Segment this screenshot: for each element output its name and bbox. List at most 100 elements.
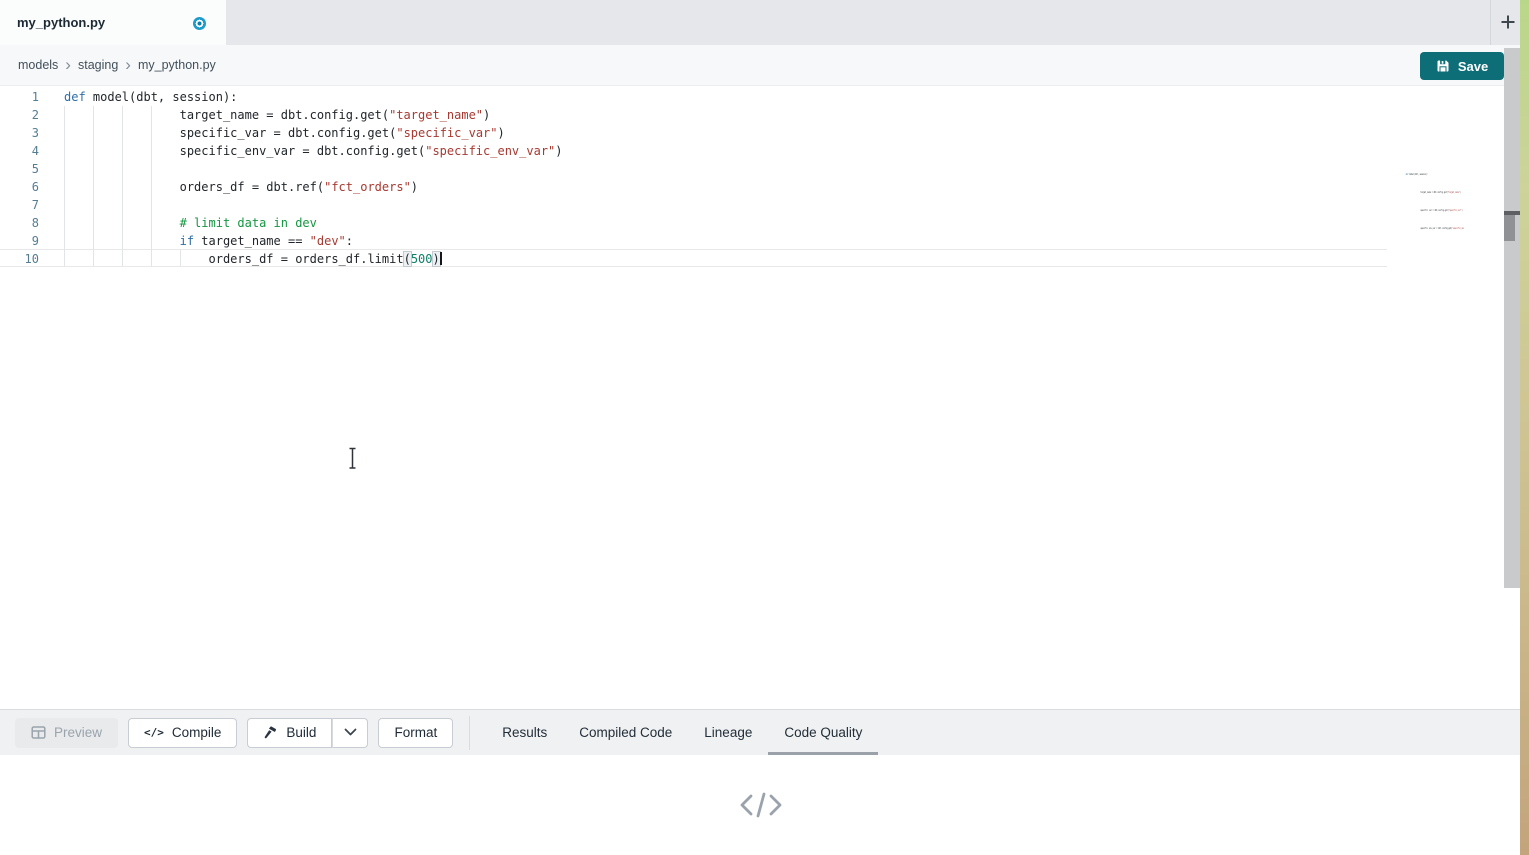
code-token: ) <box>1460 191 1461 194</box>
code-lines: 1 def model(dbt, session): 2 target_name =… <box>0 88 1387 266</box>
indent-guide <box>151 124 152 142</box>
compile-button[interactable]: </> Compile <box>128 718 237 748</box>
panel-tab-compiled-code[interactable]: Compiled Code <box>563 710 688 755</box>
scrollbar-thumb[interactable] <box>1504 215 1515 241</box>
save-button[interactable]: Save <box>1420 52 1504 80</box>
indent-guide <box>122 232 123 250</box>
tab-bar-divider <box>1490 0 1491 45</box>
indent-guide <box>151 250 152 266</box>
code-editor[interactable]: 1 def model(dbt, session): 2 target_name =… <box>0 86 1521 708</box>
code-line[interactable]: 5 <box>0 160 1387 178</box>
indent-guide <box>93 250 94 266</box>
indent-guide <box>64 142 65 160</box>
breadcrumb-models[interactable]: models <box>18 58 58 72</box>
minimap[interactable]: def model(dbt, session): target_name = d… <box>1400 172 1464 230</box>
indent-guide <box>64 160 65 178</box>
code-line[interactable]: 4 specific_env_var = dbt.config.get("spe… <box>0 142 1387 160</box>
code-token: ) <box>555 144 562 158</box>
table-grid-icon <box>31 725 46 740</box>
code-quality-panel <box>0 755 1521 855</box>
tab-my-python-py[interactable]: my_python.py <box>0 0 226 45</box>
minimap-content: def model(dbt, session): target_name = d… <box>1400 172 1440 230</box>
panel-tab-code-quality[interactable]: Code Quality <box>768 710 878 755</box>
indent-guide <box>122 196 123 214</box>
code-token: ) <box>1462 209 1463 212</box>
indent-guide <box>122 250 123 266</box>
code-token: def <box>64 90 86 104</box>
build-button[interactable]: Build <box>247 718 332 748</box>
code-token: "target_name" <box>389 108 483 122</box>
code-token: ) <box>411 180 418 194</box>
indent-guide <box>93 124 94 142</box>
panel-tab-lineage[interactable]: Lineage <box>688 710 768 755</box>
code-line[interactable]: 7 <box>0 196 1387 214</box>
indent-guide <box>64 124 65 142</box>
code-token: target_name = dbt.config.get( <box>180 108 390 122</box>
code-line[interactable]: 10 orders_df = orders_df.limit(500) <box>0 249 1387 267</box>
code-line[interactable]: 1 def model(dbt, session): <box>0 88 1387 106</box>
indent-guide <box>93 160 94 178</box>
line-number: 9 <box>0 232 55 250</box>
indent-guide <box>151 232 152 250</box>
code-token: specific_var = dbt.config.get( <box>1421 209 1449 212</box>
text-caret <box>440 252 442 265</box>
code-icon: </> <box>144 726 164 739</box>
build-options-button[interactable] <box>332 718 368 748</box>
tab-bar: my_python.py <box>0 0 1521 45</box>
format-button[interactable]: Format <box>378 718 453 748</box>
code-token: if <box>180 234 194 248</box>
indent-guide <box>93 142 94 160</box>
line-number: 1 <box>0 88 55 106</box>
indent-guide <box>122 106 123 124</box>
bottom-toolbar: Preview </> Compile Build Format <box>0 710 1521 755</box>
code-line[interactable]: 8 # limit data in dev <box>0 214 1387 232</box>
mouse-text-cursor <box>346 447 359 475</box>
new-tab-button[interactable] <box>1494 4 1522 40</box>
code-token: "specific_env_var" <box>425 144 555 158</box>
preview-label: Preview <box>54 725 102 740</box>
tab-title: my_python.py <box>17 15 105 30</box>
code-token: "specific_env_var" <box>1452 227 1464 230</box>
format-label: Format <box>394 725 437 740</box>
code-token: : <box>346 234 353 248</box>
indent-guide <box>93 196 94 214</box>
chevron-right-icon: › <box>125 56 131 73</box>
hammer-icon <box>263 725 278 740</box>
preview-button[interactable]: Preview <box>15 718 118 748</box>
code-token: model(dbt, session): <box>86 90 238 104</box>
code-token: "fct_orders" <box>324 180 411 194</box>
panel-tab-results[interactable]: Results <box>486 710 563 755</box>
plus-icon <box>1499 13 1517 31</box>
indent-guide <box>180 250 181 266</box>
editor-scrollbar[interactable] <box>1504 48 1521 588</box>
code-token: model(dbt, session): <box>1408 173 1428 176</box>
line-number: 7 <box>0 196 55 214</box>
line-number: 4 <box>0 142 55 160</box>
breadcrumb-file[interactable]: my_python.py <box>138 58 216 72</box>
code-line: specific_env_var = dbt.config.get("speci… <box>1400 226 1440 230</box>
code-token: "target_name" <box>1448 191 1460 194</box>
build-split-button: Build <box>247 718 368 748</box>
code-token: ) <box>498 126 505 140</box>
indent-guide <box>151 160 152 178</box>
dbt-ide-window: my_python.py models › staging › my_pytho… <box>0 0 1529 855</box>
code-line[interactable]: 9 if target_name == "dev": <box>0 232 1387 250</box>
breadcrumb-staging[interactable]: staging <box>78 58 118 72</box>
code-line[interactable]: 6 orders_df = dbt.ref("fct_orders") <box>0 178 1387 196</box>
code-slash-icon <box>738 787 784 823</box>
indent-guide <box>64 214 65 232</box>
indent-guide <box>151 106 152 124</box>
code-line[interactable]: 2 target_name = dbt.config.get("target_n… <box>0 106 1387 124</box>
code-token: specific_env_var = dbt.config.get( <box>1421 227 1453 230</box>
code-token: # limit data in dev <box>180 216 317 230</box>
indent-guide <box>122 214 123 232</box>
indent-guide <box>64 106 65 124</box>
line-number: 3 <box>0 124 55 142</box>
code-line[interactable]: 3 specific_var = dbt.config.get("specifi… <box>0 124 1387 142</box>
code-token: "specific_var" <box>396 126 497 140</box>
code-line: target_name = dbt.config.get("target_nam… <box>1400 190 1440 208</box>
code-token: specific_env_var = dbt.config.get( <box>180 144 426 158</box>
indent-guide <box>93 106 94 124</box>
indent-guide <box>151 196 152 214</box>
chevron-down-icon <box>344 728 357 737</box>
